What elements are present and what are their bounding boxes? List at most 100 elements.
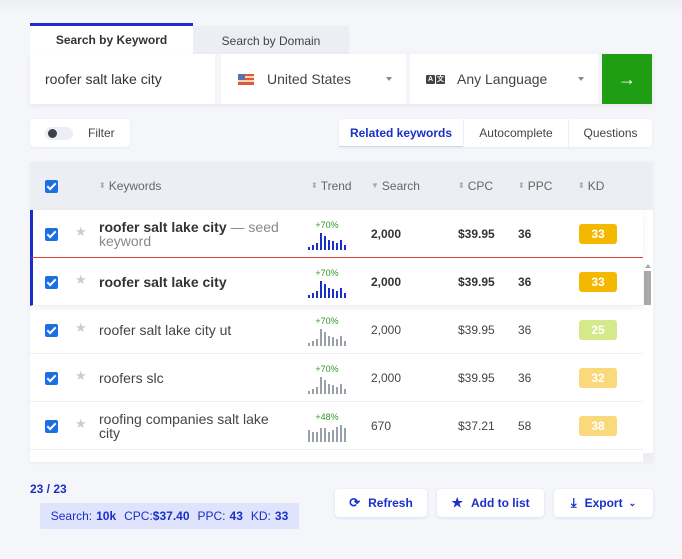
arrow-right-icon: → xyxy=(618,68,636,89)
summary-totals: Search: 10k CPC: $37.40 PPC: 43 KD: 33 xyxy=(40,503,299,529)
table-row[interactable]: ★ roofers slc +70% 2,000 $39.95 36 32 xyxy=(30,354,643,402)
keyword-input[interactable] xyxy=(30,54,215,104)
table-row[interactable]: ★ roofer salt lake city +70% 2,000 $39.95 36 3… xyxy=(30,258,643,306)
tab-questions[interactable]: Questions xyxy=(568,119,652,147)
star-icon[interactable]: ★ xyxy=(75,320,87,336)
sparkline-bar xyxy=(340,336,342,346)
scroll-up-icon[interactable] xyxy=(645,264,651,268)
sparkline-bar xyxy=(316,432,318,442)
sort-icon: ⬍ xyxy=(518,181,525,190)
trend-sparkline xyxy=(306,377,348,394)
search-go-button[interactable]: → xyxy=(602,54,652,104)
star-icon[interactable]: ★ xyxy=(75,368,87,384)
keyword-text: roofing companies in salt lake city xyxy=(99,460,284,462)
sparkline-bar xyxy=(316,339,318,346)
scrollbar-thumb[interactable] xyxy=(644,271,651,305)
keyword-text: roofer salt lake city — seed keyword xyxy=(99,219,279,249)
tab-search-by-domain[interactable]: Search by Domain xyxy=(193,26,349,55)
star-icon[interactable]: ★ xyxy=(75,272,87,288)
table-row[interactable]: ★ roofer salt lake city ut +70% 2,000 $39.95… xyxy=(30,306,643,354)
export-label: Export xyxy=(584,496,623,510)
sparkline-bar xyxy=(340,288,342,298)
sparkline-bar xyxy=(332,241,334,250)
search-volume: 2,000 xyxy=(371,323,402,337)
sparkline-bar xyxy=(312,293,314,298)
row-checkbox[interactable] xyxy=(45,324,58,337)
column-cpc[interactable]: ⬍ CPC xyxy=(458,179,493,193)
row-checkbox[interactable] xyxy=(45,276,58,289)
sparkline-bar xyxy=(324,380,326,394)
tab-autocomplete[interactable]: Autocomplete xyxy=(463,119,568,147)
sort-icon: ⬍ xyxy=(99,181,106,190)
select-all-checkbox[interactable] xyxy=(45,180,58,193)
sort-icon: ⬍ xyxy=(458,181,465,190)
trend-percent: +70% xyxy=(315,268,339,278)
country-value: United States xyxy=(267,71,352,87)
row-checkbox[interactable] xyxy=(45,420,58,433)
sparkline-bar xyxy=(340,240,342,250)
search-volume: 2,000 xyxy=(371,227,402,241)
summary-kd-value: 33 xyxy=(274,509,289,523)
country-select[interactable]: United States xyxy=(221,54,406,104)
kd-badge: 25 xyxy=(579,320,617,340)
trend-percent: +70% xyxy=(315,220,339,230)
table-row[interactable]: ★roofing companies in salt lake city xyxy=(30,450,643,462)
add-to-list-label: Add to list xyxy=(470,496,530,510)
filter-toggle[interactable]: Filter xyxy=(30,119,130,147)
sparkline-bar xyxy=(312,245,314,250)
sparkline-bar xyxy=(312,389,314,394)
export-button[interactable]: ⤓ Export ⌄ xyxy=(554,489,653,517)
trend-sparkline xyxy=(306,425,348,442)
toggle-switch[interactable] xyxy=(45,126,73,140)
trend-sparkline xyxy=(306,329,348,346)
language-select[interactable]: A文 Any Language xyxy=(410,54,598,104)
download-icon: ⤓ xyxy=(570,495,577,510)
column-keywords[interactable]: ⬍ Keywords xyxy=(99,179,161,193)
top-shadow xyxy=(0,0,682,14)
sparkline-bar xyxy=(320,281,322,298)
table-row[interactable]: ★ roofer salt lake city — seed keyword +70… xyxy=(30,210,643,258)
sparkline-bar xyxy=(344,428,346,442)
keyword-source-tabs: Related keywords Autocomplete Questions xyxy=(339,119,652,147)
summary-ppc-label: PPC: xyxy=(197,509,226,523)
column-label: Keywords xyxy=(108,179,162,193)
tab-search-by-keyword[interactable]: Search by Keyword xyxy=(30,23,193,55)
sparkline-bar xyxy=(332,337,334,346)
sparkline-bar xyxy=(308,391,310,394)
keyword-text: roofer salt lake city xyxy=(99,274,227,290)
table-scrollbar[interactable] xyxy=(643,258,653,462)
search-volume: 2,000 xyxy=(371,275,402,289)
star-icon[interactable]: ★ xyxy=(75,224,87,240)
sparkline-bar xyxy=(308,247,310,250)
column-trend[interactable]: ⬍ Trend xyxy=(311,179,352,193)
sparkline-bar xyxy=(324,236,326,250)
column-kd[interactable]: ⬍ KD xyxy=(578,179,604,193)
column-ppc[interactable]: ⬍ PPC xyxy=(518,179,552,193)
cpc-value: $39.95 xyxy=(458,371,495,385)
refresh-button[interactable]: ⟳ Refresh xyxy=(335,489,427,517)
sparkline-bar xyxy=(308,343,310,346)
sparkline-bar xyxy=(324,332,326,346)
column-search[interactable]: ▼ Search xyxy=(371,179,420,193)
sparkline-bar xyxy=(320,377,322,394)
row-checkbox[interactable] xyxy=(45,372,58,385)
summary-cpc-value: $37.40 xyxy=(152,509,190,523)
cpc-value: $39.95 xyxy=(458,275,495,289)
sparkline-bar xyxy=(332,430,334,442)
language-icon: A文 xyxy=(426,74,445,84)
trend-sparkline xyxy=(306,281,348,298)
add-to-list-button[interactable]: ★ Add to list xyxy=(437,489,544,517)
search-volume: 670 xyxy=(371,419,392,433)
table-row[interactable]: ★ roofing companies salt lake city +48% 670… xyxy=(30,402,643,450)
trend-cell: +70% xyxy=(306,220,348,250)
tab-related-keywords[interactable]: Related keywords xyxy=(339,119,463,147)
row-checkbox[interactable] xyxy=(45,228,58,241)
sparkline-bar xyxy=(324,428,326,442)
refresh-label: Refresh xyxy=(368,496,413,510)
kd-badge: 38 xyxy=(579,416,617,436)
star-icon[interactable]: ★ xyxy=(75,416,87,432)
sparkline-bar xyxy=(312,341,314,346)
sparkline-bar xyxy=(312,432,314,442)
search-mode-tabs: Search by Keyword Search by Domain xyxy=(30,23,349,55)
sparkline-bar xyxy=(328,288,330,298)
